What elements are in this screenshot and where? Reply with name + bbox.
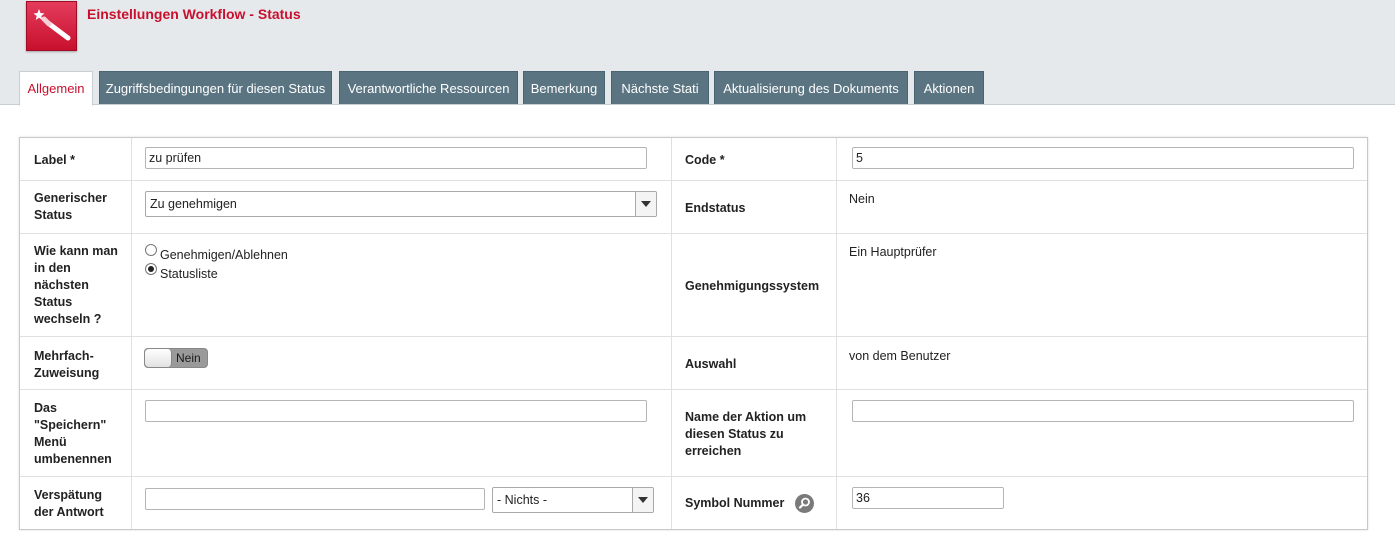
tab-bemerkung[interactable]: Bemerkung [523,71,605,104]
multi-assign-toggle[interactable]: Nein [144,348,208,368]
action-name-label: Name der Aktion um diesen Status zu erre… [685,410,807,458]
generic-status-label: Generischer Status [34,191,107,222]
row-divider [20,180,1367,181]
label-input[interactable]: zu prüfen [145,147,647,169]
delay-label: Verspätung der Antwort [34,488,104,519]
symbol-number-input[interactable]: 36 [852,487,1004,509]
column-divider [131,138,132,529]
row-divider [20,233,1367,234]
approval-system-label: Genehmigungssystem [685,279,820,293]
status-settings-form: Label * zu prüfen Code * 5 Generischer S… [19,137,1368,530]
tab-aktualisierung-des-dokuments[interactable]: Aktualisierung des Dokuments [714,71,908,104]
radio-statusliste[interactable] [145,263,157,275]
generic-status-value: Zu genehmigen [150,197,237,211]
delay-unit-value: - Nichts - [497,493,547,507]
selection-label: Auswahl [685,357,737,371]
label-field-label: Label * [34,153,75,167]
tab-naechste-stati[interactable]: Nächste Stati [611,71,709,104]
tab-zugriffsbedingungen[interactable]: Zugriffsbedingungen für diesen Status [99,71,332,104]
delay-input[interactable] [145,488,485,510]
chevron-down-icon[interactable] [635,192,656,216]
switch-mode-label: Wie kann man in den nächsten Status wech… [34,244,118,326]
tab-allgemein[interactable]: Allgemein [19,71,93,106]
generic-status-select[interactable]: Zu genehmigen [145,191,657,217]
action-name-input[interactable] [852,400,1354,422]
row-divider [20,476,1367,477]
radio-genehmigen-ablehnen[interactable] [145,244,157,256]
radio-label: Genehmigen/Ablehnen [160,248,288,262]
rename-save-label: Das "Speichern" Menü umbenennen [34,401,112,466]
code-input[interactable]: 5 [852,147,1354,169]
magnifier-icon[interactable] [795,494,814,513]
page-header: Einstellungen Workflow - Status Allgemei… [0,0,1395,106]
approval-system-value: Ein Hauptprüfer [849,245,937,259]
toggle-knob [145,349,172,367]
selection-value: von dem Benutzer [849,349,951,363]
delay-unit-select[interactable]: - Nichts - [492,487,654,513]
chevron-down-icon[interactable] [632,488,653,512]
toggle-state: Nein [176,351,201,365]
column-divider [671,138,672,529]
tab-verantwortliche-ressourcen[interactable]: Verantwortliche Ressourcen [339,71,518,104]
end-status-label: Endstatus [685,201,746,215]
symbol-number-label: Symbol Nummer [685,496,785,510]
radio-label: Statusliste [160,267,218,281]
magic-wand-icon [26,1,77,51]
rename-save-input[interactable] [145,400,647,422]
column-divider [836,138,837,529]
page-title: Einstellungen Workflow - Status [87,6,301,22]
code-field-label: Code * [685,153,725,167]
multi-assign-label: Mehrfach-Zuweisung [34,349,100,380]
end-status-value: Nein [849,192,875,206]
row-divider [20,389,1367,390]
row-divider [20,336,1367,337]
tab-aktionen[interactable]: Aktionen [914,71,984,104]
